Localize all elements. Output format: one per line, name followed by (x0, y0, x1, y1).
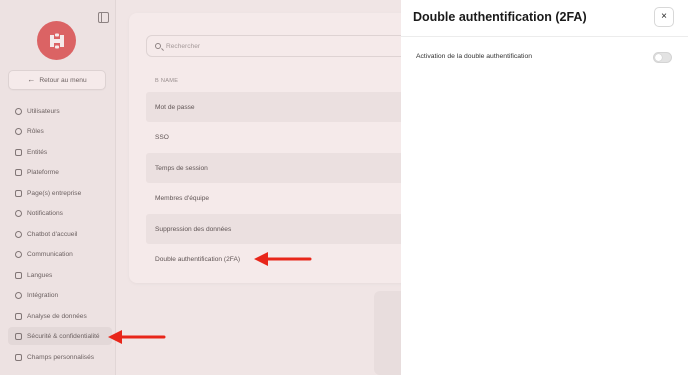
close-button[interactable]: × (654, 7, 674, 27)
2fa-activation-label: Activation de la double authentification (416, 53, 533, 60)
modal-backdrop[interactable] (0, 0, 401, 375)
drawer-2fa: Double authentification (2FA) × Activati… (401, 0, 688, 375)
2fa-toggle[interactable] (653, 52, 672, 63)
annotation-arrow-2fa-icon (254, 252, 312, 266)
annotation-arrow-security-icon (108, 330, 166, 344)
toggle-knob (655, 54, 662, 61)
close-icon: × (661, 11, 667, 22)
drawer-divider (401, 36, 688, 37)
drawer-title: Double authentification (2FA) (413, 10, 587, 24)
